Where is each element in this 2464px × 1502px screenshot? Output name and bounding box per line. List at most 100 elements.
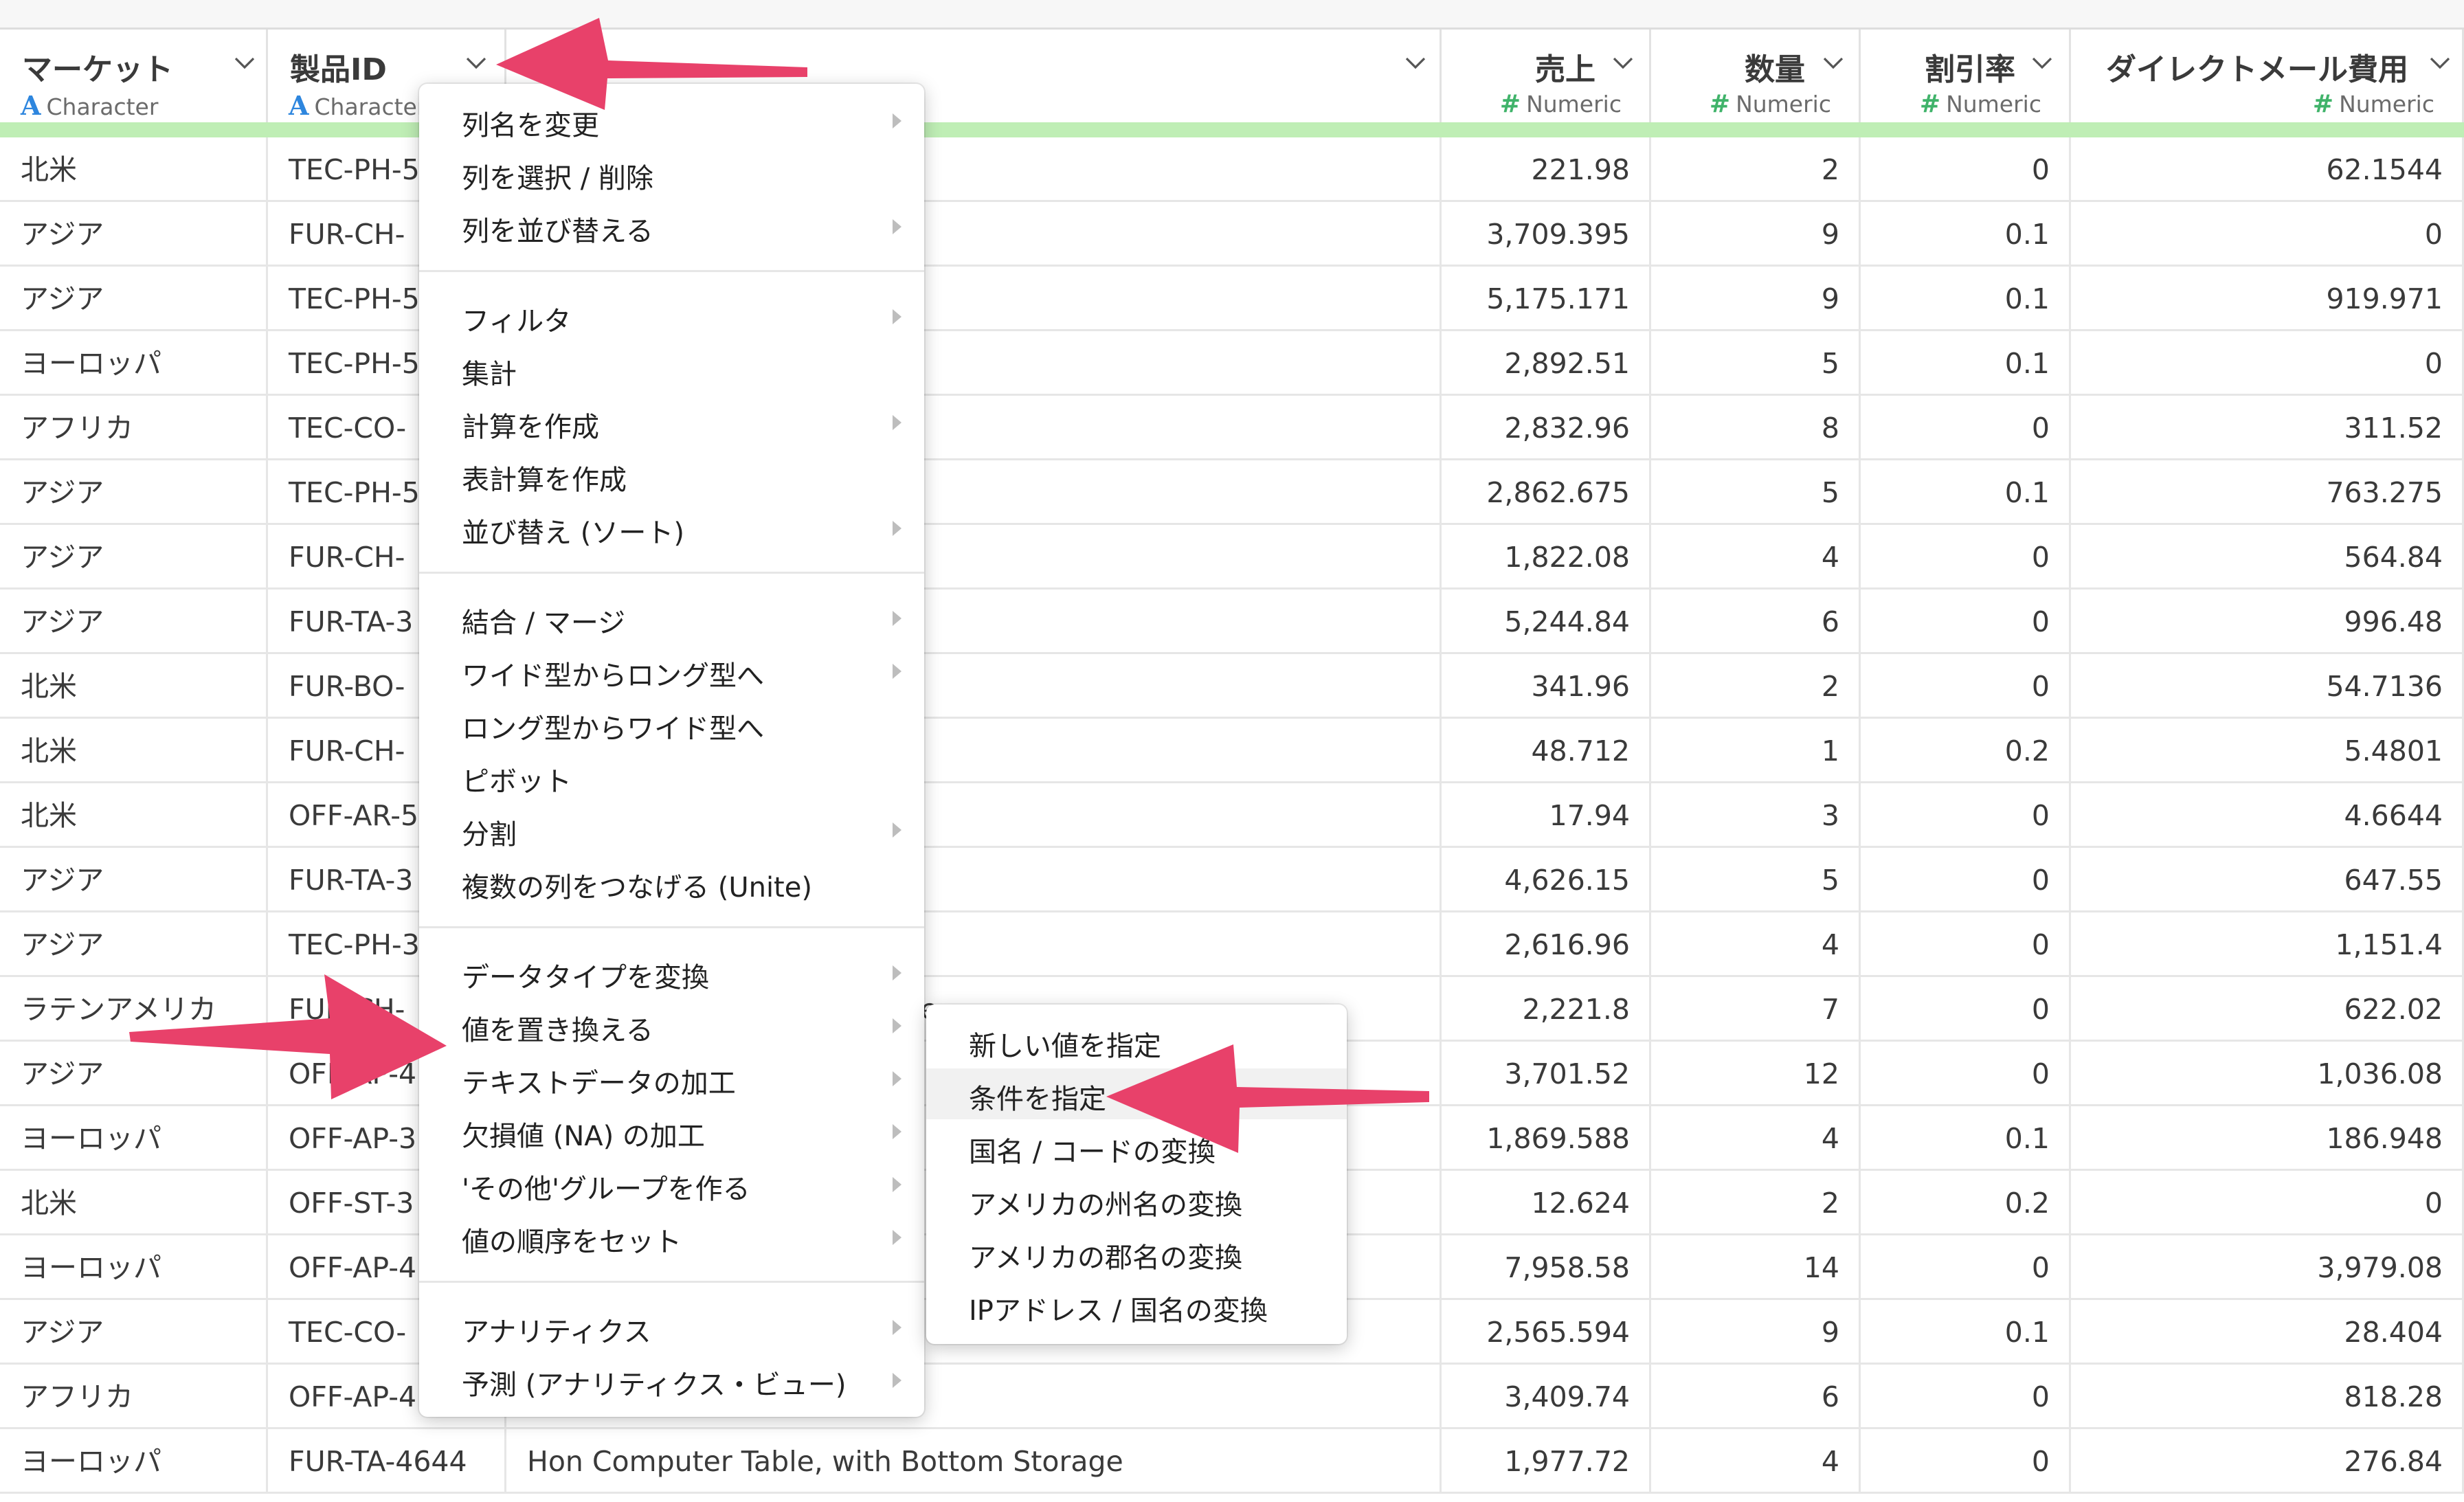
- table-cell: アジア: [0, 267, 268, 331]
- chevron-down-icon[interactable]: [1822, 56, 1844, 71]
- table-cell: 北米: [0, 1171, 268, 1235]
- table-cell: 0: [1861, 396, 2071, 460]
- menu-separator: [419, 572, 924, 574]
- chevron-down-icon[interactable]: [2031, 56, 2053, 71]
- menu-item[interactable]: 表計算を作成: [419, 449, 924, 500]
- submenu-arrow-icon: [893, 611, 901, 626]
- column-menu-chevron-icon[interactable]: [2031, 56, 2052, 71]
- column-menu-chevron-icon[interactable]: [465, 56, 486, 71]
- column-type-label: Numeric: [1736, 91, 1831, 117]
- chevron-down-icon[interactable]: [465, 56, 487, 71]
- table-cell: 7: [1651, 977, 1861, 1042]
- menu-item-label: 複数の列をつなげる (Unite): [462, 872, 812, 904]
- column-type-label: Numeric: [1946, 91, 2041, 117]
- column-type: A Character: [21, 90, 158, 121]
- table-cell: アジア: [0, 912, 268, 977]
- menu-item[interactable]: データタイプを変換: [419, 947, 924, 998]
- menu-item[interactable]: 列を並び替える: [419, 201, 924, 251]
- table-cell: 9: [1651, 1300, 1861, 1365]
- menu-item-label: 計算を作成: [462, 412, 599, 443]
- table-cell: 14: [1651, 1235, 1861, 1300]
- menu-item[interactable]: 欠損値 (NA) の加工: [419, 1106, 924, 1156]
- submenu-item[interactable]: アメリカの郡名の変換: [926, 1227, 1347, 1278]
- menu-item[interactable]: 結合 / マージ: [419, 592, 924, 643]
- menu-item[interactable]: 'その他'グループを作る: [419, 1158, 924, 1209]
- table-row: アジアTEC-PH-3er ID2,616.96401,151.4: [0, 912, 2464, 977]
- menu-item[interactable]: 予測 (アナリティクス・ビュー): [419, 1354, 924, 1405]
- submenu-arrow-icon: [893, 822, 901, 838]
- chevron-down-icon[interactable]: [234, 56, 256, 71]
- column-header-0[interactable]: マーケット A Character: [0, 30, 268, 122]
- menu-item[interactable]: 分割: [419, 804, 924, 855]
- table-cell: 0: [1861, 525, 2071, 590]
- chevron-down-icon[interactable]: [2429, 56, 2451, 71]
- column-menu-chevron-icon[interactable]: [2429, 56, 2450, 71]
- column-name: マーケット: [22, 52, 173, 87]
- submenu-item[interactable]: IPアドレス / 国名の変換: [926, 1280, 1347, 1331]
- column-header-5[interactable]: 割引率 # Numeric: [1861, 30, 2071, 122]
- menu-item-label: ピボット: [462, 766, 572, 798]
- menu-item[interactable]: フィルタ: [419, 291, 924, 341]
- menu-item[interactable]: ロング型からワイド型へ: [419, 698, 924, 749]
- table-cell: 3,979.08: [2071, 1235, 2464, 1300]
- table-cell: 818.28: [2071, 1365, 2464, 1429]
- chevron-down-icon[interactable]: [1612, 56, 1634, 71]
- table-cell: アフリカ: [0, 396, 268, 460]
- menu-item[interactable]: 列名を変更: [419, 95, 924, 146]
- menu-item[interactable]: 集計: [419, 344, 924, 394]
- table-cell: 647.55: [2071, 848, 2464, 912]
- submenu-item[interactable]: アメリカの州名の変換: [926, 1174, 1347, 1225]
- table-cell: アジア: [0, 848, 268, 912]
- menu-item[interactable]: 複数の列をつなげる (Unite): [419, 857, 924, 908]
- table-cell: 6: [1651, 590, 1861, 654]
- menu-item[interactable]: テキストデータの加工: [419, 1053, 924, 1103]
- chevron-down-icon[interactable]: [1404, 56, 1426, 71]
- menu-item[interactable]: 値の順序をセット: [419, 1211, 924, 1262]
- submenu-arrow-icon: [893, 965, 901, 980]
- table-cell: 北米: [0, 137, 268, 202]
- menu-item[interactable]: アナリティクス: [419, 1301, 924, 1352]
- menu-item-label: テキストデータの加工: [462, 1068, 736, 1099]
- table-cell: 2,892.51: [1442, 331, 1651, 396]
- table-cell: 1,151.4: [2071, 912, 2464, 977]
- submenu-item[interactable]: 国名 / コードの変換: [926, 1121, 1347, 1172]
- table-row: 北米FUR-BO-rary, Sky Alder Finish341.96205…: [0, 654, 2464, 719]
- column-name: 割引率: [1925, 52, 2015, 87]
- column-type: # Numeric: [1500, 90, 1622, 118]
- submenu-item-label: 国名 / コードの変換: [969, 1136, 1216, 1168]
- table-cell: 996.48: [2071, 590, 2464, 654]
- column-menu-chevron-icon[interactable]: [1822, 56, 1844, 71]
- menu-item[interactable]: ワイド型からロング型へ: [419, 645, 924, 696]
- column-header-4[interactable]: 数量 # Numeric: [1651, 30, 1861, 122]
- table-cell: 北米: [0, 654, 268, 719]
- menu-item[interactable]: 列を選択 / 削除: [419, 148, 924, 199]
- column-name: 数量: [1745, 52, 1805, 87]
- submenu-item[interactable]: 条件を指定: [926, 1068, 1347, 1119]
- column-name: ダイレクトメール費用: [2106, 52, 2408, 87]
- menu-item[interactable]: 値を置き換える: [419, 1000, 924, 1051]
- menu-item[interactable]: ピボット: [419, 751, 924, 802]
- column-menu-chevron-icon[interactable]: [1612, 56, 1633, 71]
- table-cell: 54.7136: [2071, 654, 2464, 719]
- column-header-3[interactable]: 売上 # Numeric: [1442, 30, 1651, 122]
- table-cell: 341.96: [1442, 654, 1651, 719]
- column-header-6[interactable]: ダイレクトメール費用 # Numeric: [2071, 30, 2464, 122]
- column-menu-chevron-icon[interactable]: [234, 56, 255, 71]
- menu-item-label: ワイド型からロング型へ: [462, 660, 764, 692]
- table-cell: 5: [1651, 331, 1861, 396]
- submenu-item[interactable]: 新しい値を指定: [926, 1016, 1347, 1066]
- menu-item-label: 分割: [462, 819, 517, 851]
- table-cell: 3: [1651, 783, 1861, 848]
- numeric-type-icon: #: [1709, 90, 1731, 118]
- table-cell: 3,701.52: [1442, 1042, 1651, 1106]
- table-cell: 276.84: [2071, 1429, 2464, 1494]
- menu-item-label: 列を選択 / 削除: [462, 163, 653, 194]
- table-cell: アフリカ: [0, 1365, 268, 1429]
- character-type-icon: A: [289, 90, 309, 121]
- menu-item[interactable]: 計算を作成: [419, 396, 924, 447]
- menu-separator: [419, 1281, 924, 1283]
- column-menu-chevron-icon[interactable]: [1404, 56, 1426, 71]
- column-type: # Numeric: [1710, 90, 1831, 118]
- menu-item[interactable]: 並び替え (ソート): [419, 502, 924, 553]
- table-cell: 12.624: [1442, 1171, 1651, 1235]
